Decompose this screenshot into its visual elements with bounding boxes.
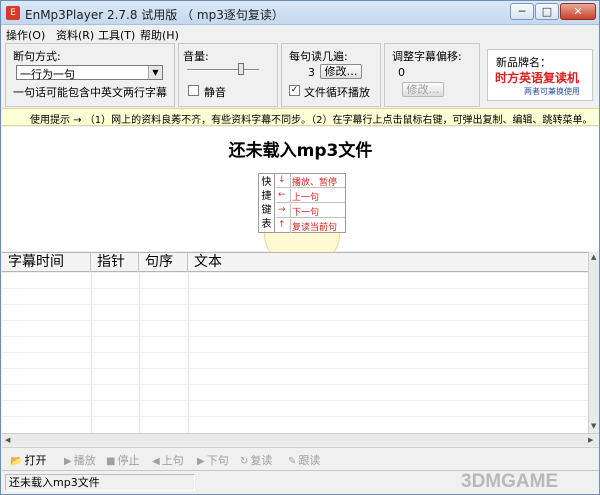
menu-help[interactable]: 帮助(H): [140, 27, 179, 43]
scroll-down-icon[interactable]: ▼: [591, 422, 596, 430]
brand-subtitle: 两者可兼换使用: [524, 87, 580, 96]
arrow-down-icon: ↓: [278, 175, 286, 185]
read-along-button[interactable]: ✎ 跟读: [288, 452, 320, 468]
app-window: E EnMp3Player 2.7.8 试用版 （ mp3逐句复读） ─ □ ✕…: [0, 0, 600, 495]
shortcut-title-char: 快: [261, 177, 272, 188]
scroll-up-icon[interactable]: ▲: [591, 253, 596, 261]
mute-label: 静音: [204, 86, 226, 99]
main-heading: 还未载入mp3文件: [228, 141, 373, 161]
close-icon: ✕: [573, 5, 583, 18]
stop-button[interactable]: ■ 停止: [106, 452, 139, 468]
column-header-time[interactable]: 字幕时间: [2, 253, 91, 272]
pencil-icon: ✎: [288, 456, 297, 467]
shortcut-row: ↓ 播放、暂停: [276, 174, 345, 188]
repeat-panel: 每句读几遍: 3 修改… ✓ 文件循环播放: [281, 43, 381, 107]
tip-text: 使用提示 → （1）网上的资料良莠不齐，有些资料字幕不同步。（2）在字幕行上点击…: [30, 115, 593, 126]
tip-bar: 使用提示 → （1）网上的资料良莠不齐，有些资料字幕不同步。（2）在字幕行上点击…: [2, 108, 599, 126]
subtitle-offset-value: 0: [398, 66, 405, 79]
menu-materials[interactable]: 资料(R): [56, 27, 94, 43]
brand-title: 新品牌名：: [496, 56, 551, 69]
shortcut-title-char: 捷: [261, 191, 272, 202]
shortcut-title-char: 表: [261, 219, 272, 230]
main-area: 还未载入mp3文件 快 捷 键 表 ↓ 播放、暂停 ← 上一句 → 下一句 ↑: [2, 127, 599, 269]
sentence-split-value: 一行为一句: [20, 68, 75, 81]
mute-checkbox[interactable]: [188, 85, 199, 96]
column-header-order[interactable]: 句序: [139, 253, 188, 272]
scroll-right-icon[interactable]: ▶: [588, 436, 593, 444]
volume-slider-thumb[interactable]: [238, 63, 244, 75]
folder-open-icon: 📂: [10, 456, 23, 467]
shortcut-action: 上一句: [292, 193, 320, 203]
open-button[interactable]: 📂 打开: [10, 452, 46, 468]
shortcut-action: 复读当前句: [292, 223, 338, 233]
subtitle-grid-header: 字幕时间 指针 句序 文本: [2, 252, 588, 272]
maximize-button[interactable]: □: [535, 3, 559, 20]
menu-bar: 操作(O) 资料(R) 工具(T) 帮助(H): [1, 25, 599, 42]
brand-name: 时方英语复读机: [495, 71, 580, 85]
site-watermark: 3DMGAME: [461, 471, 559, 492]
player-toolbar: 📂 打开 ▶ 播放 ■ 停止 ◀ 上句 ▶ 下句 ↻ 复读 ✎ 跟读: [2, 447, 599, 469]
next-icon: ▶: [197, 456, 205, 467]
shortcut-row: ← 上一句: [276, 189, 345, 203]
scroll-left-icon[interactable]: ◀: [5, 436, 10, 444]
close-button[interactable]: ✕: [560, 3, 596, 20]
arrow-up-icon: ↑: [278, 220, 286, 230]
window-title: EnMp3Player 2.7.8 试用版 （ mp3逐句复读）: [25, 8, 284, 22]
volume-panel: 音量: 静音: [178, 43, 278, 107]
shortcut-row: → 下一句: [276, 204, 345, 218]
chevron-down-icon[interactable]: ▼: [148, 66, 162, 79]
volume-label: 音量:: [183, 50, 209, 63]
repeat-count-label: 每句读几遍:: [289, 50, 348, 63]
subtitle-grid[interactable]: [2, 273, 588, 433]
minimize-button[interactable]: ─: [510, 3, 534, 20]
title-bar[interactable]: E EnMp3Player 2.7.8 试用版 （ mp3逐句复读） ─ □ ✕: [1, 1, 599, 25]
sentence-split-label: 断句方式:: [13, 50, 61, 63]
shortcut-title-char: 键: [261, 205, 272, 216]
play-icon: ▶: [64, 456, 72, 467]
shortcut-row: ↑ 复读当前句: [276, 219, 345, 233]
repeat-icon: ↻: [240, 456, 249, 467]
sentence-split-panel: 断句方式: 一行为一句 ▼ 一句话可能包含中英文两行字幕: [5, 43, 175, 107]
menu-operate[interactable]: 操作(O): [6, 27, 45, 43]
maximize-icon: □: [541, 5, 553, 18]
shortcut-table-title: 快 捷 键 表: [259, 174, 275, 232]
column-header-text[interactable]: 文本: [188, 253, 588, 272]
arrow-right-icon: →: [278, 205, 286, 215]
status-text: 还未载入mp3文件: [5, 474, 195, 491]
arrow-left-icon: ←: [278, 190, 286, 200]
repeat-modify-button[interactable]: 修改…: [320, 64, 362, 79]
sentence-split-select[interactable]: 一行为一句 ▼: [16, 65, 163, 81]
loop-checkbox[interactable]: ✓: [289, 85, 300, 96]
play-button[interactable]: ▶ 播放: [64, 452, 96, 468]
volume-slider-track[interactable]: [187, 69, 259, 71]
offset-modify-button[interactable]: 修改…: [402, 82, 444, 97]
subtitle-offset-label: 调整字幕偏移:: [392, 50, 462, 63]
vertical-scrollbar[interactable]: ▲ ▼: [588, 252, 599, 433]
shortcut-table: 快 捷 键 表 ↓ 播放、暂停 ← 上一句 → 下一句 ↑ 复读当前句: [258, 173, 346, 233]
shortcut-action: 播放、暂停: [292, 178, 338, 188]
subtitle-offset-panel: 调整字幕偏移: 0 修改…: [384, 43, 480, 107]
sentence-split-note: 一句话可能包含中英文两行字幕: [13, 86, 167, 99]
menu-tools[interactable]: 工具(T): [98, 27, 135, 43]
stop-icon: ■: [106, 456, 116, 467]
column-header-pointer[interactable]: 指针: [91, 253, 139, 272]
checkmark-icon: ✓: [290, 85, 299, 95]
loop-label: 文件循环播放: [304, 86, 370, 99]
horizontal-scrollbar[interactable]: ◀ ▶: [2, 433, 599, 446]
minimize-icon: ─: [518, 5, 526, 18]
next-sentence-button[interactable]: ▶ 下句: [197, 452, 229, 468]
app-icon: E: [6, 6, 20, 20]
shortcut-action: 下一句: [292, 208, 320, 218]
repeat-count-value: 3: [308, 66, 315, 79]
brand-box: 新品牌名： 时方英语复读机 两者可兼换使用: [487, 49, 593, 101]
previous-sentence-button[interactable]: ◀ 上句: [152, 452, 184, 468]
previous-icon: ◀: [152, 456, 160, 467]
repeat-button[interactable]: ↻ 复读: [240, 452, 272, 468]
